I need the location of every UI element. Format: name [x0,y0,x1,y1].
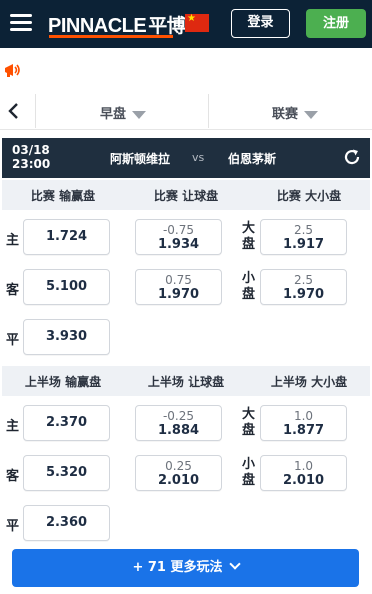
china-flag-icon[interactable]: ★ [185,13,209,32]
row-label-away: 客 [6,469,20,484]
period-dropdown[interactable]: 早盘 [100,103,147,122]
row-label-away: 客 [6,283,20,298]
row-label-under: 小盘 [242,457,256,488]
login-button[interactable]: 登录 [231,9,290,38]
back-arrow-icon[interactable] [6,102,22,120]
row-label-over: 大盘 [242,407,256,438]
divider [35,94,36,128]
caret-down-icon [304,110,319,119]
caret-down-icon [132,110,147,119]
row-label-home: 主 [6,233,20,248]
row-label-draw: 平 [6,519,20,534]
chevron-down-icon [228,558,241,570]
filter-bar: 早盘 联赛 [0,92,372,130]
row-label-draw: 平 [6,333,20,348]
top-header: PINNACLE 平博 ★ 登录 注册 [0,0,372,48]
match-datetime: 03/18 23:00 [12,143,51,171]
col-title-total: 上半场 大小盘 [270,375,348,389]
col-title-handicap: 比赛 让球盘 [153,189,219,203]
vs-label: vs [192,151,205,164]
odds-button[interactable]: -0.25 1.884 [135,405,222,441]
odds-button[interactable]: 2.360 [23,505,110,541]
row-label-home: 主 [6,419,20,434]
odds-button[interactable]: 1.724 [23,219,110,255]
odds-button[interactable]: 2.370 [23,405,110,441]
odds-button[interactable]: 2.5 1.970 [260,269,347,305]
register-button[interactable]: 注册 [306,9,366,38]
col-title-moneyline: 上半场 输赢盘 [24,375,102,389]
odds-button[interactable]: 1.0 2.010 [260,455,347,491]
league-dropdown[interactable]: 联赛 [272,103,319,122]
odds-button[interactable]: 5.100 [23,269,110,305]
odds-button[interactable]: 0.25 2.010 [135,455,222,491]
divider [208,94,209,128]
league-label: 联赛 [272,107,299,122]
odds-button[interactable]: -0.75 1.934 [135,219,222,255]
odds-button[interactable]: 2.5 1.917 [260,219,347,255]
match-header: 03/18 23:00 阿斯顿维拉 vs 伯恩茅斯 [2,138,370,178]
row-label-over: 大盘 [242,221,256,252]
full-time-header: 比赛 输赢盘 比赛 让球盘 比赛 大小盘 [2,180,370,210]
period-label: 早盘 [100,107,127,122]
col-title-handicap: 上半场 让球盘 [147,375,225,389]
row-label-under: 小盘 [242,271,256,302]
away-team: 伯恩茅斯 [228,152,277,166]
refresh-icon[interactable] [342,147,362,167]
home-team: 阿斯顿维拉 [110,152,171,166]
first-half-header: 上半场 输赢盘 上半场 让球盘 上半场 大小盘 [2,366,370,396]
menu-icon[interactable] [10,14,32,32]
more-markets-button[interactable]: + 71 更多玩法 [12,549,359,587]
brand-logo[interactable]: PINNACLE 平博 [48,11,186,38]
odds-button[interactable]: 5.320 [23,455,110,491]
odds-button[interactable]: 3.930 [23,319,110,355]
odds-button[interactable]: 1.0 1.877 [260,405,347,441]
odds-button[interactable]: 0.75 1.970 [135,269,222,305]
col-title-moneyline: 比赛 输赢盘 [30,189,96,203]
megaphone-icon[interactable] [3,60,23,80]
logo-underline [49,35,173,38]
col-title-total: 比赛 大小盘 [276,189,342,203]
